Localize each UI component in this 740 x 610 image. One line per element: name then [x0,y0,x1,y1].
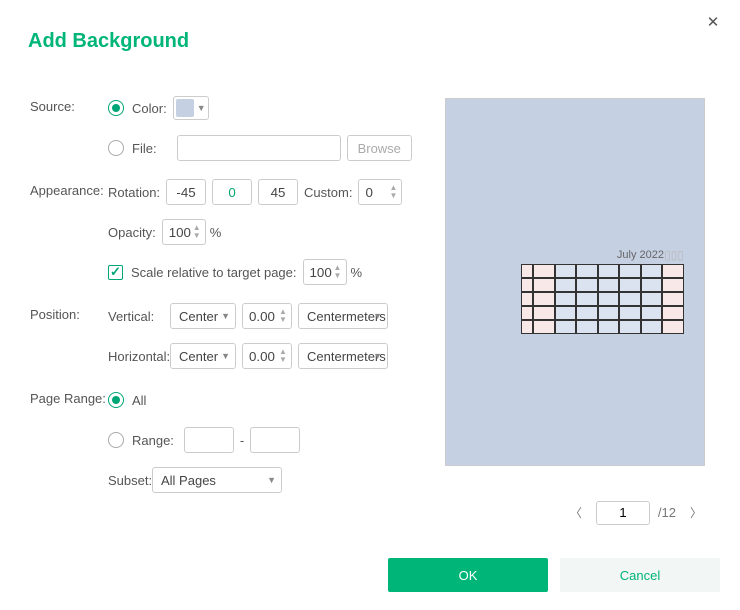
range-label: Range: [132,433,174,448]
horizontal-align-select[interactable]: Center▼ [170,343,236,369]
preview-doc-title: July 2022 [617,249,664,261]
color-label: Color: [132,101,167,116]
close-icon[interactable]: ✕ [704,14,722,32]
spinner-icon[interactable]: ▲▼ [389,180,399,204]
file-input[interactable] [177,135,341,161]
cancel-button[interactable]: Cancel [560,558,720,592]
appearance-label: Appearance: [30,179,108,198]
calendar-icon: ▯▯▯ [664,248,684,262]
chevron-down-icon: ▼ [197,103,206,113]
page-number-input[interactable] [596,501,650,525]
percent-label: % [210,225,222,240]
subset-select[interactable]: All Pages▼ [152,467,282,493]
color-swatch [176,99,194,117]
ok-button[interactable]: OK [388,558,548,592]
page-total: /12 [658,505,676,520]
page-range-row: Page Range: All Range: - Subset: All Pag… [30,387,430,493]
vertical-align-select[interactable]: Center▼ [170,303,236,329]
prev-page-button[interactable]: 〈 [562,500,590,525]
chevron-down-icon: ▼ [221,351,230,361]
rotation-preset-neg45[interactable] [166,179,206,205]
range-separator: - [240,433,244,448]
source-row: Source: Color: ▼ File: Browse [30,95,430,161]
form-panel: Source: Color: ▼ File: Browse [30,95,430,511]
dialog-title: Add Background [28,30,189,53]
color-picker[interactable]: ▼ [173,96,209,120]
vertical-unit-select[interactable]: Centermeters▼ [298,303,388,329]
spinner-icon[interactable]: ▲▼ [193,220,203,244]
file-label: File: [132,141,157,156]
preview-panel: July 2022 ▯▯▯ [445,98,705,466]
custom-label: Custom: [304,185,352,200]
vertical-label: Vertical: [108,309,170,324]
range-radio[interactable] [108,432,124,448]
spinner-icon[interactable]: ▲▼ [334,260,344,284]
horizontal-unit-select[interactable]: Centermeters▼ [298,343,388,369]
next-page-button[interactable]: 〉 [682,500,710,525]
position-label: Position: [30,303,108,322]
page-navigator: 〈 /12 〉 [562,500,710,525]
rotation-preset-0[interactable] [212,179,252,205]
all-label: All [132,393,146,408]
page-range-label: Page Range: [30,387,108,406]
preview-calendar-grid [521,264,684,334]
range-from-input[interactable] [184,427,234,453]
spinner-icon[interactable]: ▲▼ [279,304,289,328]
footer-buttons: OK Cancel [388,558,720,592]
chevron-down-icon: ▼ [373,311,382,321]
source-color-radio[interactable] [108,100,124,116]
scale-checkbox[interactable] [108,265,123,280]
percent-label: % [351,265,363,280]
dialog-content: Source: Color: ▼ File: Browse [30,95,710,540]
chevron-down-icon: ▼ [267,475,276,485]
rotation-preset-45[interactable] [258,179,298,205]
subset-label: Subset: [108,473,152,488]
source-file-radio[interactable] [108,140,124,156]
opacity-label: Opacity: [108,225,156,240]
range-to-input[interactable] [250,427,300,453]
chevron-down-icon: ▼ [373,351,382,361]
rotation-label: Rotation: [108,185,160,200]
all-pages-radio[interactable] [108,392,124,408]
scale-label: Scale relative to target page: [131,265,297,280]
source-label: Source: [30,95,108,114]
chevron-down-icon: ▼ [221,311,230,321]
appearance-row: Appearance: Rotation: Custom: ▲▼ O [30,179,430,285]
position-row: Position: Vertical: Center▼ ▲▼ Centermet… [30,303,430,369]
spinner-icon[interactable]: ▲▼ [279,344,289,368]
horizontal-label: Horizontal: [108,349,170,364]
browse-button[interactable]: Browse [347,135,412,161]
